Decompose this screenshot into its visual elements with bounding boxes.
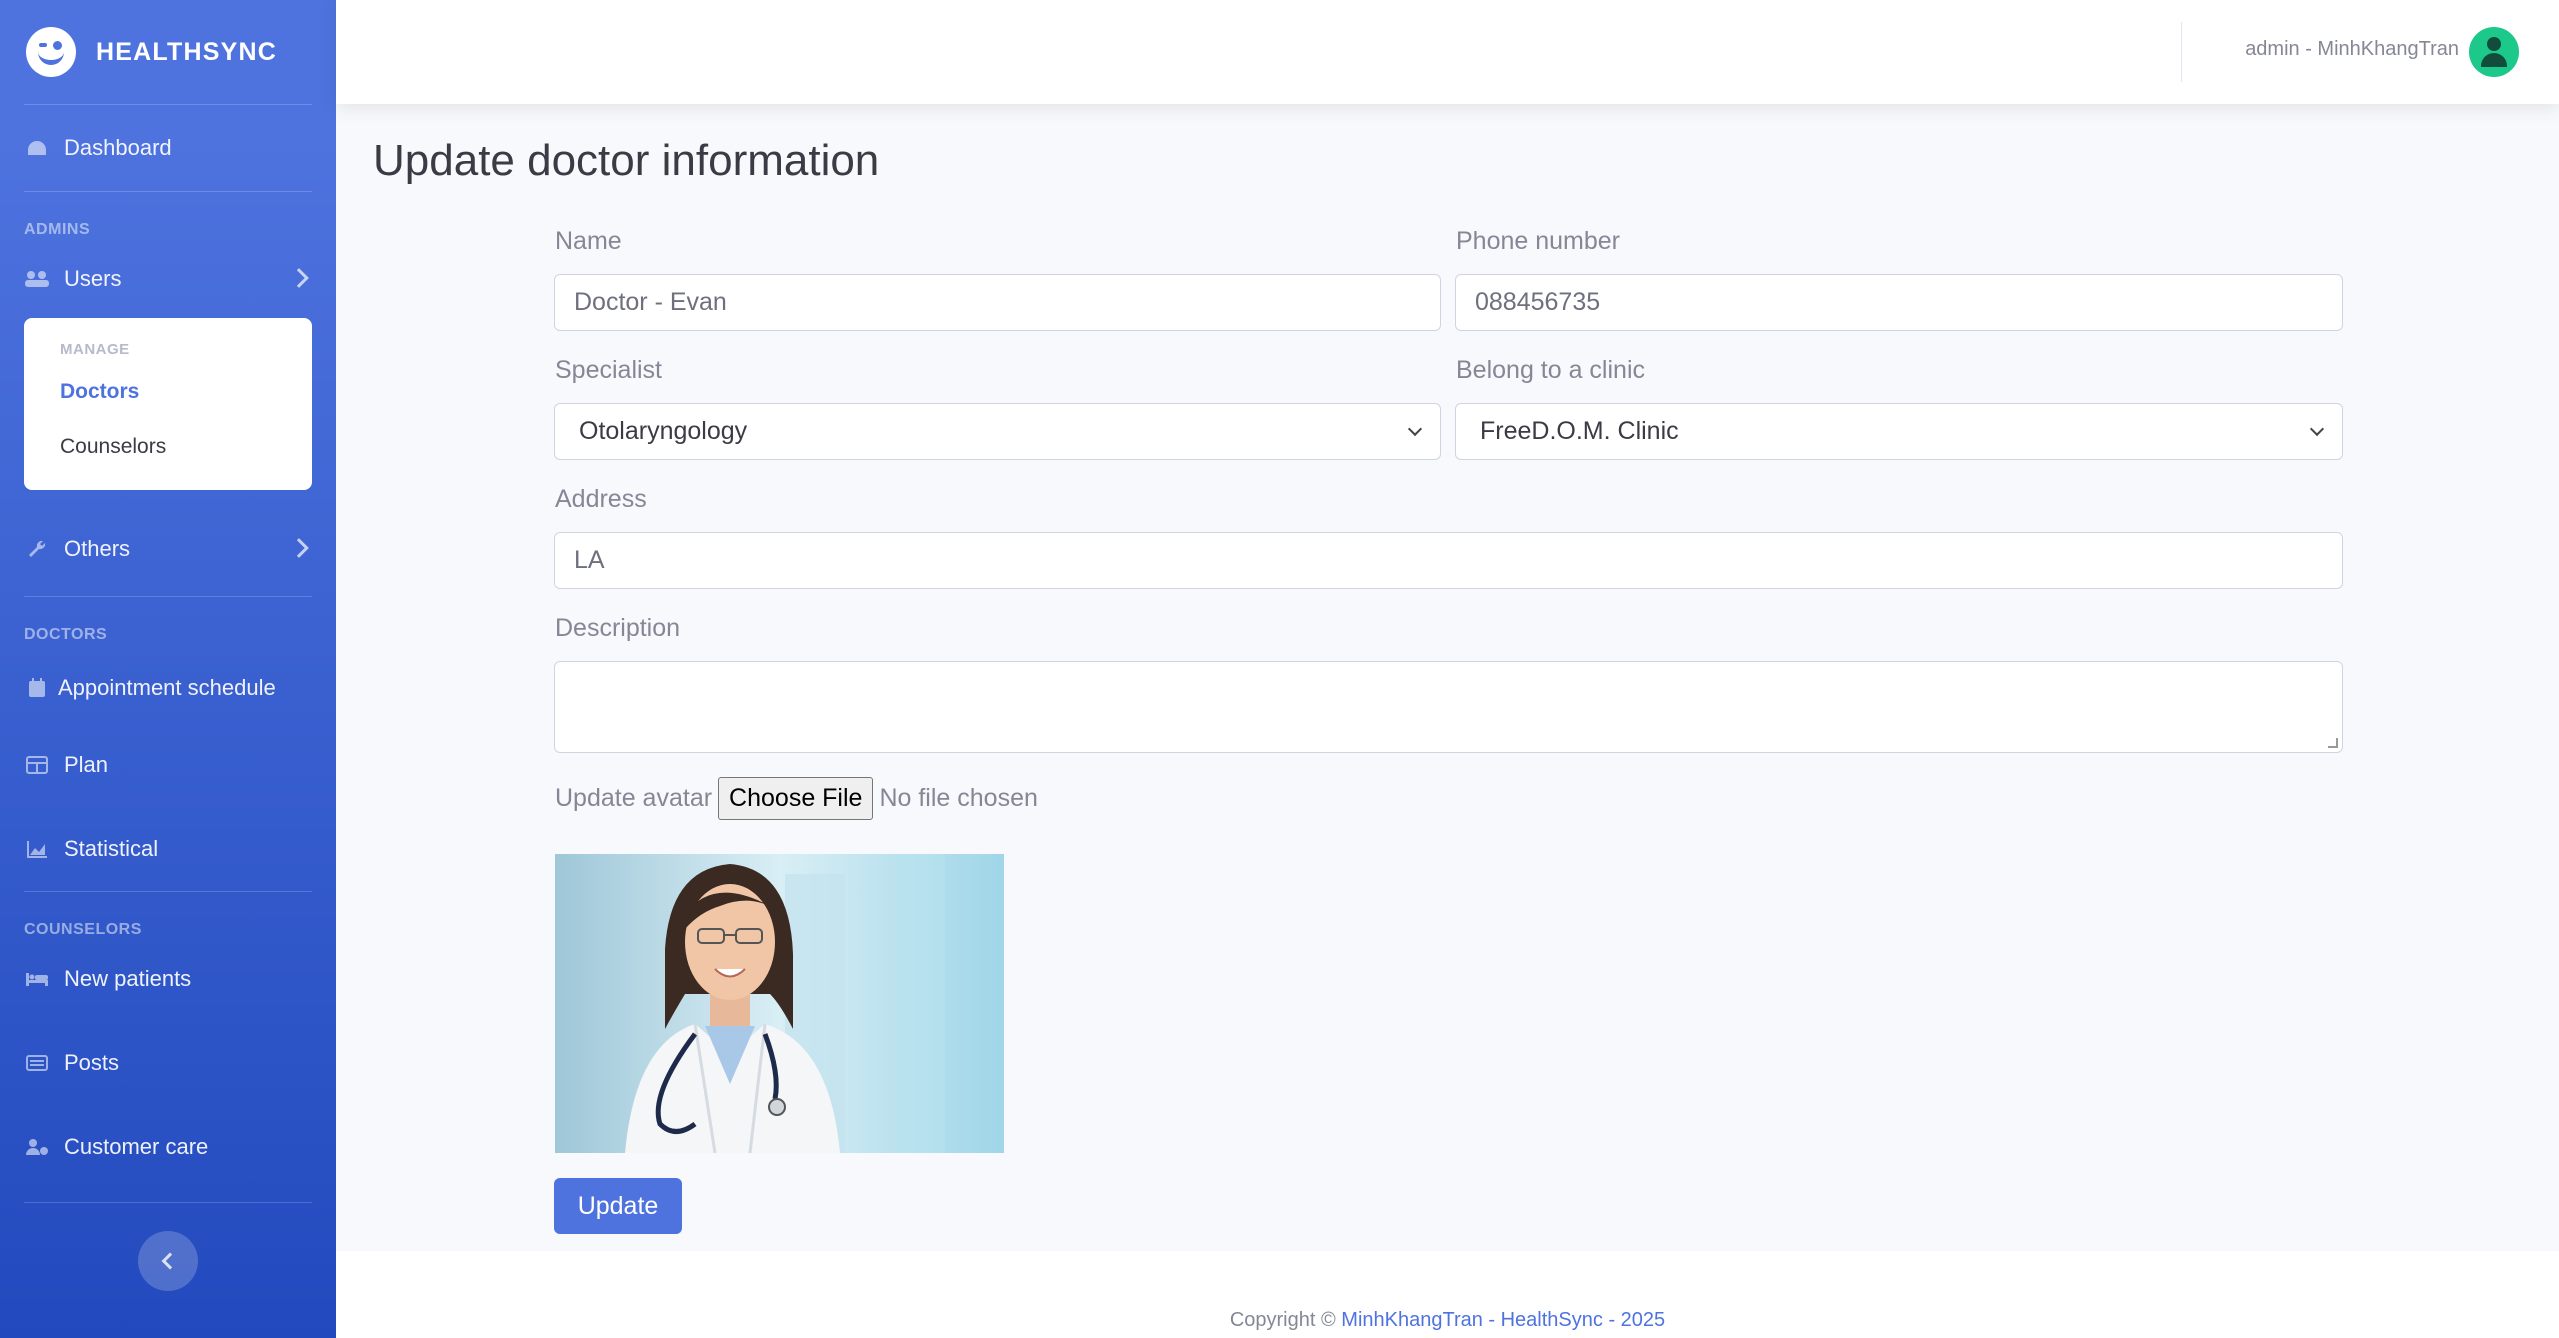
brand-name: HEALTHSYNC (96, 37, 277, 66)
sidebar-item-plan[interactable]: Plan (0, 723, 336, 807)
newspaper-icon (24, 1052, 50, 1074)
resize-handle-icon[interactable] (2328, 738, 2338, 748)
sidebar-item-customer-care[interactable]: Customer care (0, 1116, 336, 1178)
clinic-selected-value: FreeD.O.M. Clinic (1480, 417, 1679, 445)
sidebar-item-users[interactable]: Users (0, 248, 336, 310)
chevron-right-icon (289, 538, 309, 558)
update-button[interactable]: Update (554, 1178, 682, 1234)
brand[interactable]: HEALTHSYNC (0, 0, 336, 104)
sidebar-item-label: Users (64, 266, 122, 291)
topbar-divider (2181, 22, 2182, 82)
topbar: admin - MinhKhangTran (336, 0, 2559, 104)
avatar-upload-label: Update avatar (555, 784, 713, 812)
chevron-down-icon (1407, 421, 1423, 437)
brand-logo-icon (26, 27, 76, 77)
footer: Copyright © MinhKhangTran - HealthSync -… (336, 1251, 2559, 1338)
submenu-item-doctors[interactable]: Doctors (24, 364, 312, 419)
name-input[interactable]: Doctor - Evan (554, 274, 1441, 331)
sidebar-divider (24, 596, 312, 597)
submenu-header: MANAGE (60, 341, 130, 358)
description-textarea[interactable] (554, 661, 2343, 753)
sidebar-item-appointment-schedule[interactable]: Appointment schedule (0, 653, 336, 723)
avatar[interactable] (2469, 27, 2519, 77)
sidebar-heading-doctors: DOCTORS (24, 626, 108, 643)
phone-label: Phone number (1456, 227, 1621, 255)
sidebar-item-label: Posts (64, 1050, 120, 1075)
table-icon (24, 754, 50, 776)
users-icon (24, 268, 50, 290)
sidebar-item-label: Dashboard (64, 135, 172, 160)
address-input[interactable]: LA (554, 532, 2343, 589)
wrench-icon (24, 538, 50, 560)
clinic-label: Belong to a clinic (1456, 356, 1646, 384)
choose-file-button[interactable]: Choose File (718, 777, 874, 820)
submenu-item-counselors[interactable]: Counselors (24, 419, 312, 474)
user-cog-icon (24, 1136, 50, 1158)
description-label: Description (555, 614, 681, 642)
file-status: No file chosen (879, 784, 1038, 812)
sidebar-item-new-patients[interactable]: New patients (0, 948, 336, 1010)
sidebar-item-dashboard[interactable]: Dashboard (0, 105, 336, 191)
sidebar-item-posts[interactable]: Posts (0, 1010, 336, 1116)
sidebar-toggle-button[interactable] (138, 1231, 198, 1291)
sidebar-divider (24, 191, 312, 192)
sidebar-heading-admins: ADMINS (24, 221, 91, 238)
sidebar-item-label: Statistical (64, 836, 159, 861)
phone-input[interactable]: 088456735 (1455, 274, 2343, 331)
copyright: Copyright © MinhKhangTran - HealthSync -… (336, 1309, 2559, 1332)
sidebar-item-label: Others (64, 536, 131, 561)
chevron-right-icon (289, 268, 309, 288)
calendar-check-icon (24, 677, 50, 699)
copyright-prefix: Copyright © (1229, 1309, 1336, 1331)
specialist-selected-value: Otolaryngology (579, 417, 748, 445)
sidebar-item-label: Plan (64, 752, 109, 777)
sidebar-item-statistical[interactable]: Statistical (0, 807, 336, 891)
avatar-upload-row: Update avatar Choose File No file chosen (555, 777, 1038, 820)
sidebar-divider (24, 891, 312, 892)
sidebar-item-label: Appointment schedule (58, 675, 276, 700)
name-label: Name (555, 227, 622, 255)
sidebar-item-label: Customer care (64, 1134, 209, 1159)
gauge-icon (24, 137, 50, 159)
bed-icon (24, 968, 50, 990)
chart-area-icon (24, 838, 50, 860)
doctor-avatar-image (555, 854, 1004, 1153)
users-submenu: MANAGE Doctors Counselors (24, 318, 312, 490)
page-title: Update doctor information (373, 136, 880, 185)
specialist-label: Specialist (555, 356, 662, 384)
sidebar-item-others[interactable]: Others (0, 518, 336, 580)
chevron-left-icon (161, 1252, 179, 1270)
sidebar-heading-counselors: COUNSELORS (24, 921, 142, 938)
sidebar-divider (24, 1202, 312, 1203)
copyright-link[interactable]: MinhKhangTran - HealthSync - 2025 (1341, 1309, 1665, 1331)
sidebar: HEALTHSYNC Dashboard ADMINS Users MANAGE… (0, 0, 336, 1338)
sidebar-item-label: New patients (64, 966, 192, 991)
address-label: Address (555, 485, 647, 513)
clinic-select[interactable]: FreeD.O.M. Clinic (1455, 403, 2343, 460)
user-name[interactable]: admin - MinhKhangTran (2245, 38, 2459, 61)
chevron-down-icon (2309, 421, 2325, 437)
specialist-select[interactable]: Otolaryngology (554, 403, 1441, 460)
